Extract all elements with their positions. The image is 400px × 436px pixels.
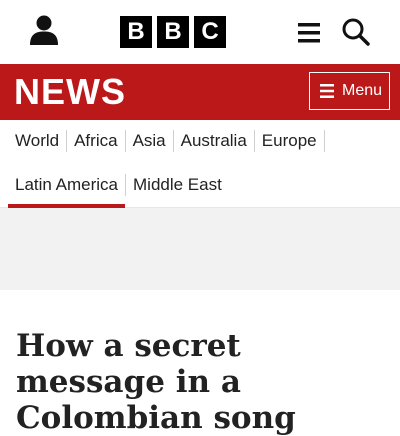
news-bar: NEWS Menu [0,64,400,120]
nav-item-world[interactable]: World [8,130,68,152]
account-icon[interactable] [28,14,60,46]
nav-row-1: World Africa Asia Australia Europe [8,130,325,152]
advertisement-placeholder [0,208,400,290]
region-navigation: World Africa Asia Australia Europe Latin… [0,120,400,208]
bbc-logo-letter: B [120,16,152,48]
hamburger-menu-icon[interactable] [298,23,320,43]
search-icon[interactable] [341,17,371,47]
nav-row-2: Latin America Middle East [8,174,229,208]
nav-item-africa[interactable]: Africa [67,130,126,152]
nav-item-middle-east[interactable]: Middle East [126,174,229,196]
bbc-top-bar: B B C [0,0,400,64]
bbc-logo-letter: C [194,16,226,48]
nav-item-europe[interactable]: Europe [255,130,325,152]
nav-item-australia[interactable]: Australia [174,130,255,152]
menu-icon [320,84,334,98]
news-logo[interactable]: NEWS [14,72,126,112]
nav-item-asia[interactable]: Asia [126,130,174,152]
article-headline: How a secret message in a Colombian song [16,328,296,436]
bbc-logo[interactable]: B B C [120,16,226,48]
menu-button-label: Menu [342,82,383,99]
menu-button[interactable]: Menu [309,72,390,110]
nav-item-latin-america[interactable]: Latin America [8,174,126,208]
bbc-logo-letter: B [157,16,189,48]
